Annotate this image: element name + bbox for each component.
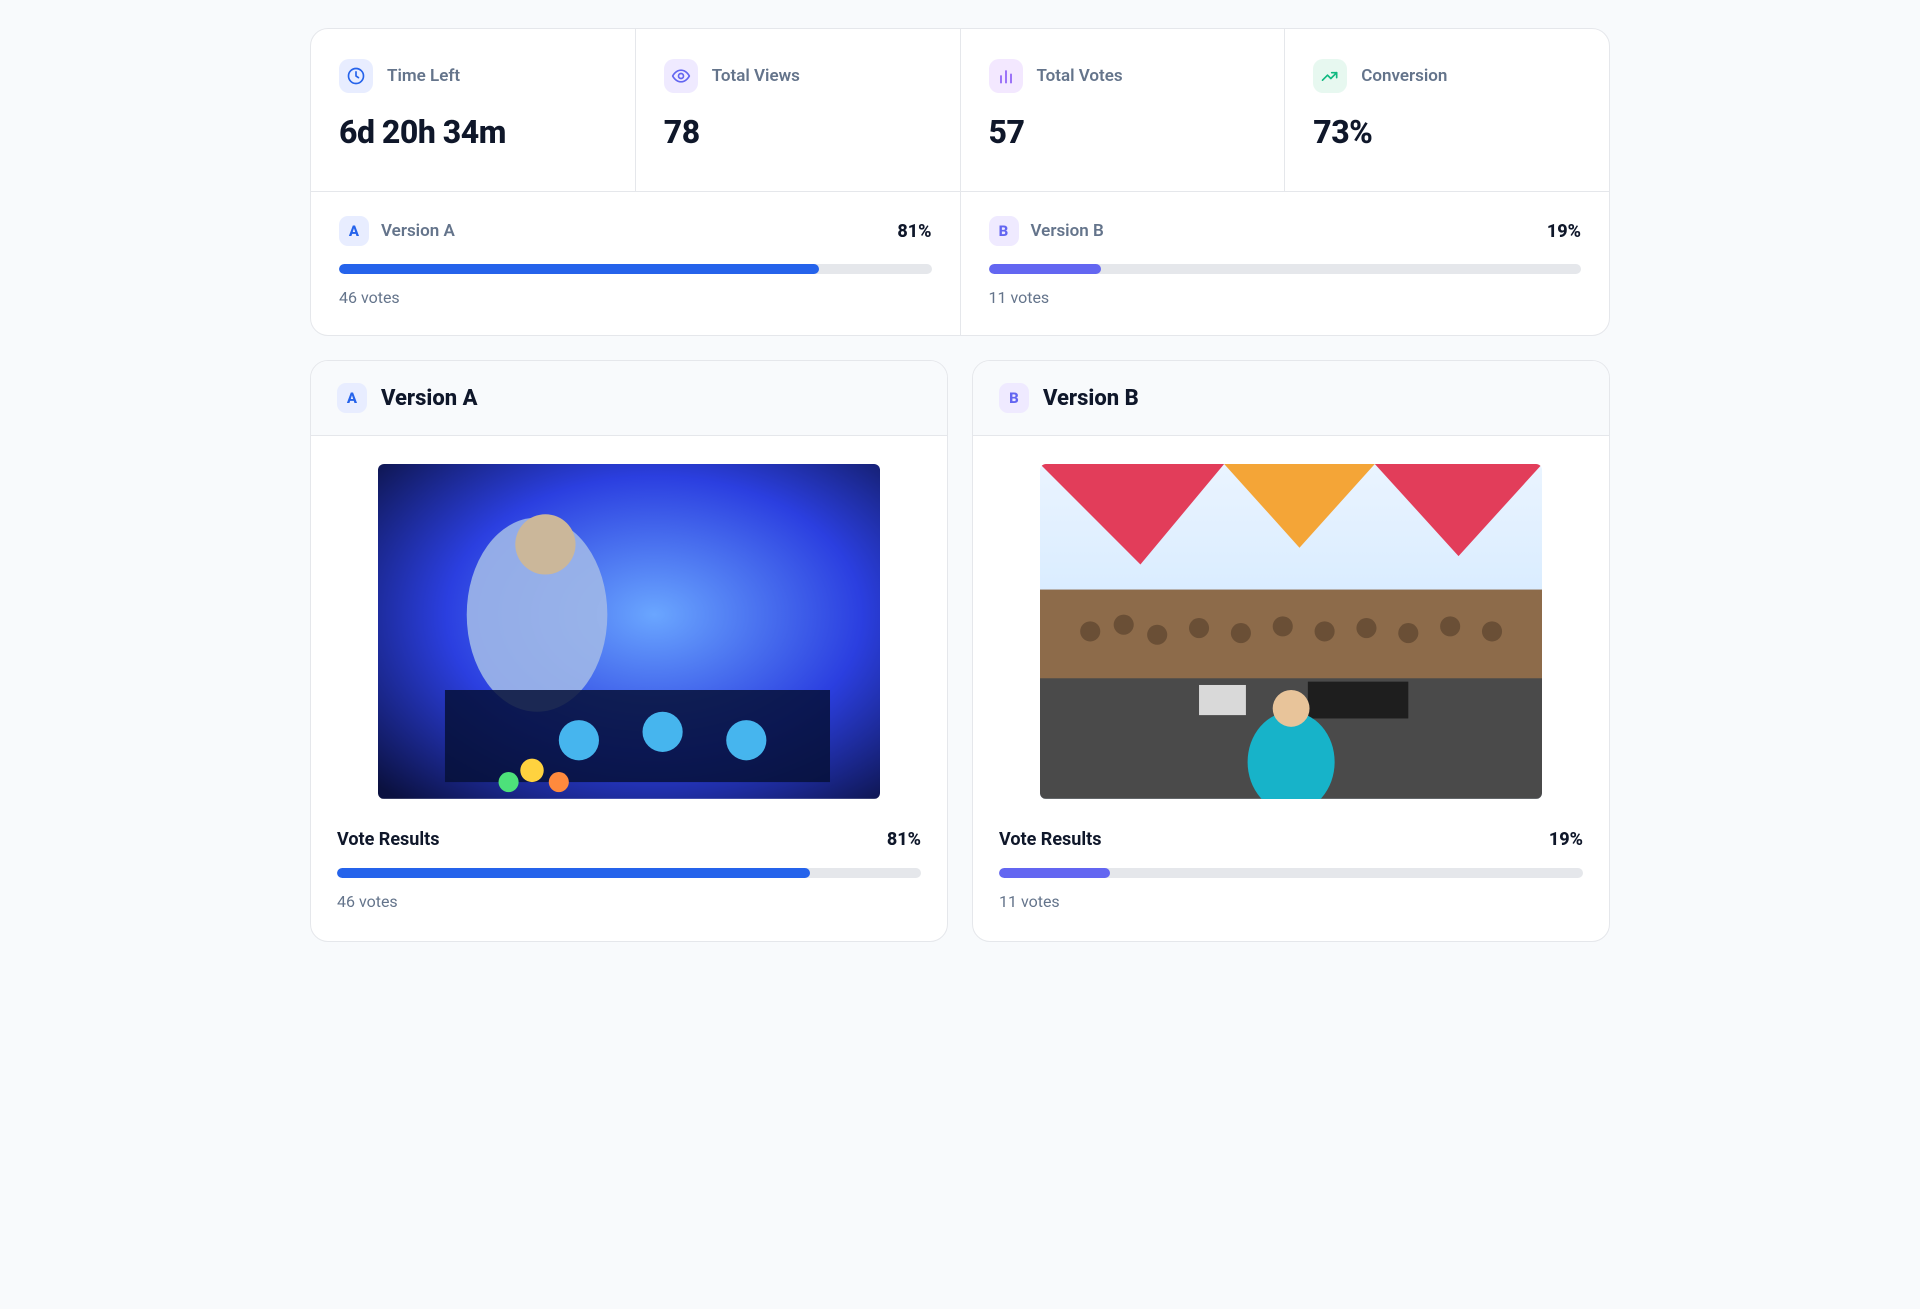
trend-up-icon (1313, 59, 1347, 93)
version-cards: A Version A (310, 360, 1610, 942)
votes-count: 11 votes (999, 892, 1583, 911)
card-title: Version B (1043, 386, 1139, 411)
results-label: Vote Results (337, 829, 439, 850)
metric-value: 6d 20h 34m (339, 113, 607, 151)
version-badge: B (989, 216, 1019, 246)
progress-bar (999, 868, 1583, 878)
version-percent: 19% (1549, 829, 1583, 850)
version-badge: B (999, 383, 1029, 413)
card-version-a: A Version A (310, 360, 948, 942)
card-version-b: B Version B (972, 360, 1610, 942)
summary-version-b: B Version B 19% 11 votes (960, 192, 1610, 335)
progress-fill (999, 868, 1110, 878)
version-image (378, 464, 880, 799)
version-name: Version B (1031, 221, 1104, 241)
votes-count: 11 votes (989, 288, 1582, 307)
summary-version-a: A Version A 81% 46 votes (311, 192, 960, 335)
version-badge: A (337, 383, 367, 413)
metric-label: Total Votes (1037, 66, 1123, 86)
metrics-row: Time Left 6d 20h 34m Total Views 78 (311, 29, 1609, 191)
progress-fill (337, 868, 810, 878)
version-percent: 19% (1547, 221, 1581, 242)
card-title: Version A (381, 386, 477, 411)
progress-fill (339, 264, 819, 274)
metrics-card: Time Left 6d 20h 34m Total Views 78 (310, 28, 1610, 336)
version-percent: 81% (897, 221, 931, 242)
metric-value: 57 (989, 113, 1257, 151)
metric-label: Conversion (1361, 66, 1447, 86)
metric-value: 73% (1313, 113, 1581, 151)
metric-time-left: Time Left 6d 20h 34m (311, 29, 635, 191)
metric-total-votes: Total Votes 57 (960, 29, 1285, 191)
eye-icon (664, 59, 698, 93)
progress-bar (989, 264, 1582, 274)
clock-icon (339, 59, 373, 93)
version-image (1040, 464, 1542, 799)
version-name: Version A (381, 221, 455, 241)
metric-value: 78 (664, 113, 932, 151)
votes-count: 46 votes (339, 288, 932, 307)
metric-total-views: Total Views 78 (635, 29, 960, 191)
progress-fill (989, 264, 1102, 274)
version-badge: A (339, 216, 369, 246)
results-label: Vote Results (999, 829, 1101, 850)
progress-bar (337, 868, 921, 878)
bar-chart-icon (989, 59, 1023, 93)
votes-count: 46 votes (337, 892, 921, 911)
metric-conversion: Conversion 73% (1284, 29, 1609, 191)
progress-bar (339, 264, 932, 274)
version-percent: 81% (887, 829, 921, 850)
metric-label: Total Views (712, 66, 800, 86)
versions-summary: A Version A 81% 46 votes B Version B 19% (311, 191, 1609, 335)
metric-label: Time Left (387, 66, 460, 86)
